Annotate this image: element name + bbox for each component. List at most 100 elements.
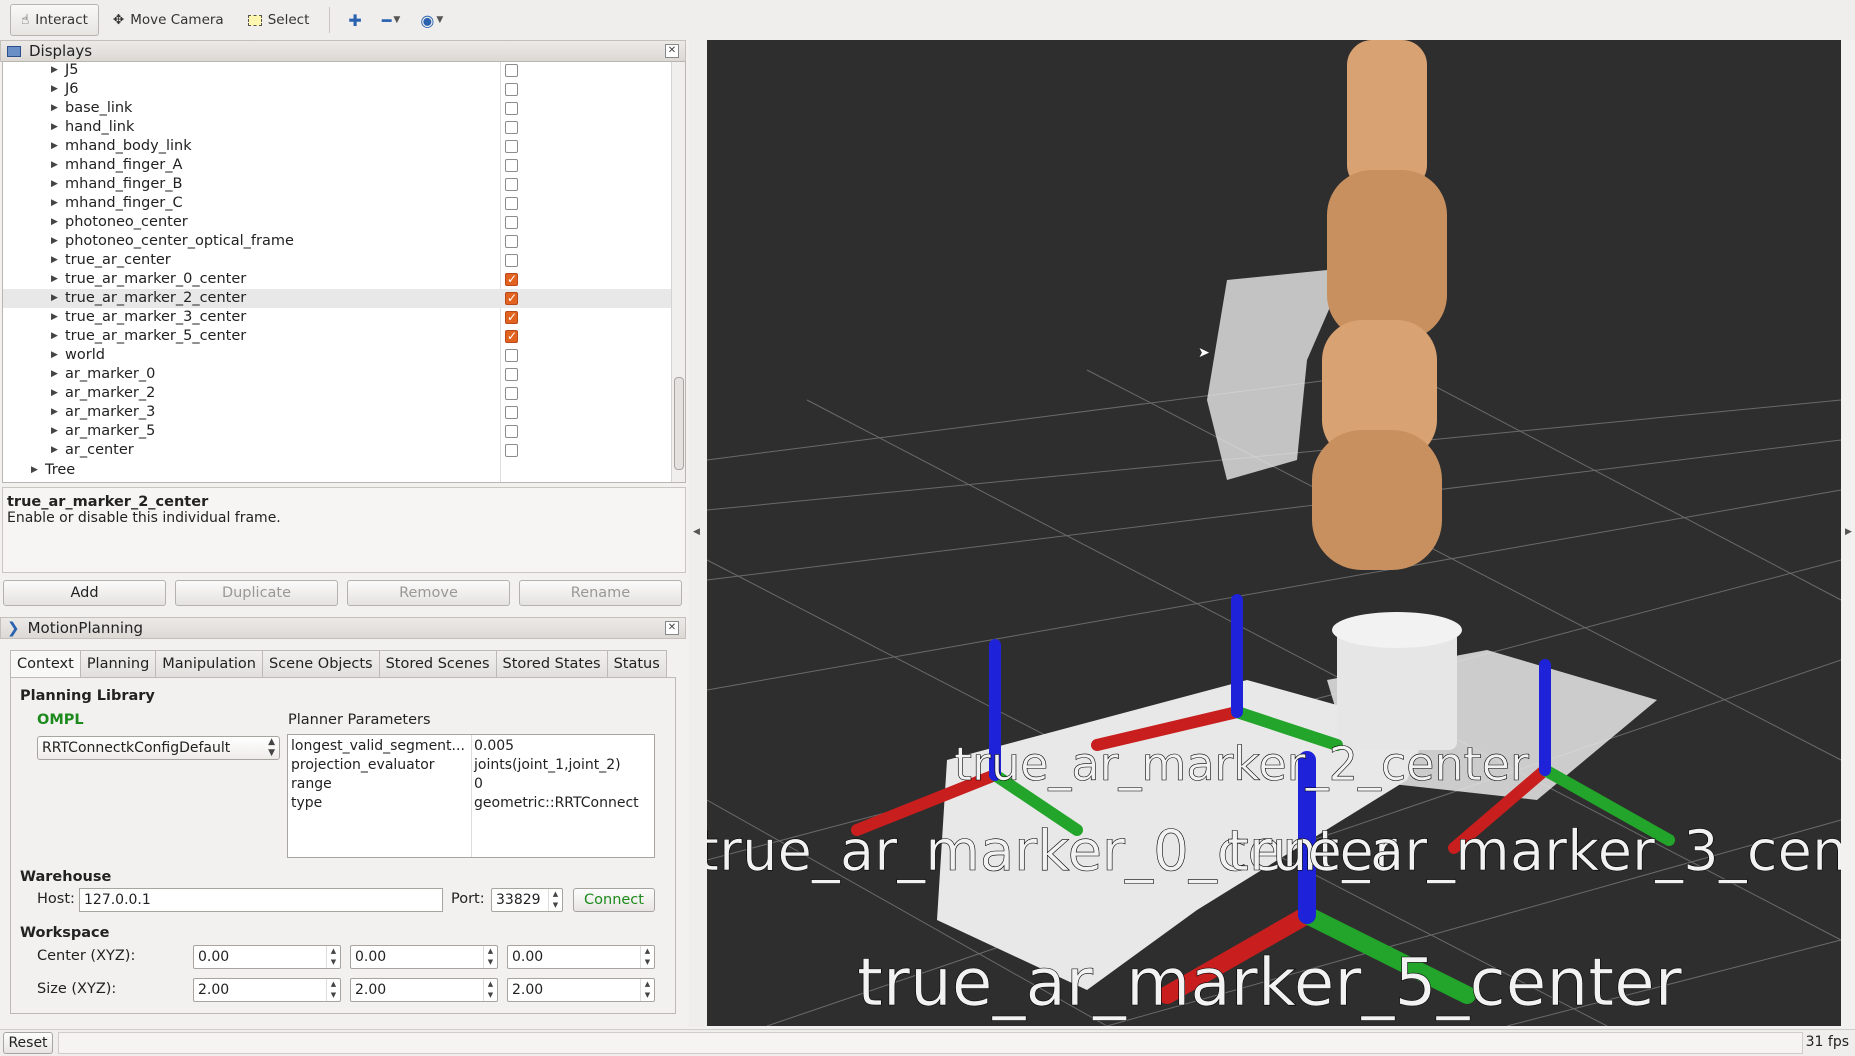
tree-item[interactable]: ▶ true_ar_marker_0_center bbox=[3, 270, 671, 289]
size-z-spinbox[interactable]: 2.00 ▲ ▼ bbox=[507, 978, 655, 1002]
remove-tool-button[interactable]: ━ ▼ bbox=[374, 4, 409, 36]
tree-root-item[interactable]: ▶ Tree bbox=[3, 461, 671, 480]
tab-context[interactable]: Context bbox=[10, 650, 81, 679]
enable-checkbox[interactable] bbox=[505, 197, 518, 210]
host-input[interactable]: 127.0.0.1 bbox=[79, 888, 443, 912]
tree-item[interactable]: ▶ true_ar_marker_3_center bbox=[3, 308, 671, 327]
enable-checkbox[interactable] bbox=[505, 349, 518, 362]
planner-select[interactable]: RRTConnectkConfigDefault ▲ ▼ bbox=[37, 736, 280, 760]
expand-arrow-icon[interactable]: ▶ bbox=[51, 384, 58, 403]
center-y-spinbox[interactable]: 0.00 ▲ ▼ bbox=[350, 945, 498, 969]
expand-arrow-icon[interactable]: ▶ bbox=[51, 156, 58, 175]
param-value[interactable]: geometric::RRTConnect bbox=[474, 794, 639, 813]
expand-arrow-icon[interactable]: ▶ bbox=[51, 194, 58, 213]
duplicate-display-button[interactable]: Duplicate bbox=[175, 580, 338, 606]
tree-item[interactable]: ▶ true_ar_marker_2_center bbox=[3, 289, 671, 308]
expand-arrow-icon[interactable]: ▶ bbox=[51, 346, 58, 365]
tree-item[interactable]: ▶ base_link bbox=[3, 99, 671, 118]
tab-stored-states[interactable]: Stored States bbox=[495, 650, 608, 678]
tree-item[interactable]: ▶ world bbox=[3, 346, 671, 365]
expand-arrow-icon[interactable]: ▶ bbox=[51, 422, 58, 441]
enable-checkbox[interactable] bbox=[505, 270, 518, 289]
tree-item[interactable]: ▶ ar_marker_0 bbox=[3, 365, 671, 384]
spinner-arrows-icon[interactable]: ▲ ▼ bbox=[326, 946, 340, 968]
select-tool-button[interactable]: Select bbox=[238, 4, 320, 36]
enable-checkbox[interactable] bbox=[505, 64, 518, 77]
param-row[interactable]: range 0 bbox=[288, 775, 654, 794]
tab-scene-objects[interactable]: Scene Objects bbox=[261, 650, 380, 678]
enable-checkbox[interactable] bbox=[505, 308, 518, 327]
tree-item[interactable]: ▶ ar_marker_5 bbox=[3, 422, 671, 441]
expand-arrow-icon[interactable]: ▶ bbox=[51, 289, 58, 308]
expand-arrow-icon[interactable]: ▶ bbox=[51, 251, 58, 270]
enable-checkbox[interactable] bbox=[505, 289, 518, 308]
tab-status[interactable]: Status bbox=[606, 650, 667, 678]
expand-arrow-icon[interactable]: ▶ bbox=[51, 80, 58, 99]
expand-arrow-icon[interactable]: ▶ bbox=[51, 327, 58, 346]
enable-checkbox[interactable] bbox=[505, 368, 518, 381]
expand-arrow-icon[interactable]: ▶ bbox=[51, 175, 58, 194]
tree-item[interactable]: ▶ photoneo_center bbox=[3, 213, 671, 232]
expand-arrow-icon[interactable]: ▶ bbox=[51, 308, 58, 327]
tab-manipulation[interactable]: Manipulation bbox=[155, 650, 263, 678]
expand-arrow-icon[interactable]: ▶ bbox=[51, 62, 58, 80]
expand-arrow-icon[interactable]: ▶ bbox=[51, 213, 58, 232]
center-x-spinbox[interactable]: 0.00 ▲ ▼ bbox=[193, 945, 341, 969]
enable-checkbox[interactable] bbox=[505, 254, 518, 267]
spinner-arrows-icon[interactable]: ▲ ▼ bbox=[548, 889, 562, 911]
close-icon[interactable]: ✕ bbox=[665, 621, 679, 635]
move-camera-tool-button[interactable]: ✥ Move Camera bbox=[103, 4, 234, 36]
spinner-arrows-icon[interactable]: ▲ ▼ bbox=[640, 979, 654, 1001]
tree-item[interactable]: ▶ mhand_body_link bbox=[3, 137, 671, 156]
spinner-arrows-icon[interactable]: ▲ ▼ bbox=[640, 946, 654, 968]
tree-item[interactable]: ▶ mhand_finger_C bbox=[3, 194, 671, 213]
collapse-left-icon[interactable]: ◀ bbox=[693, 527, 700, 537]
param-value[interactable]: 0 bbox=[474, 775, 483, 794]
expand-arrow-icon[interactable]: ▶ bbox=[51, 270, 58, 289]
close-icon[interactable]: ✕ bbox=[665, 44, 679, 58]
connect-button[interactable]: Connect bbox=[573, 888, 655, 912]
tree-item[interactable]: ▶ ar_marker_3 bbox=[3, 403, 671, 422]
center-z-spinbox[interactable]: 0.00 ▲ ▼ bbox=[507, 945, 655, 969]
param-row[interactable]: type geometric::RRTConnect bbox=[288, 794, 654, 813]
tree-item[interactable]: ▶ photoneo_center_optical_frame bbox=[3, 232, 671, 251]
tree-item[interactable]: ▶ hand_link bbox=[3, 118, 671, 137]
expand-arrow-icon[interactable]: ▶ bbox=[51, 137, 58, 156]
enable-checkbox[interactable] bbox=[505, 83, 518, 96]
spinner-arrows-icon[interactable]: ▲ ▼ bbox=[326, 979, 340, 1001]
param-row[interactable]: projection_evaluator joints(joint_1,joint… bbox=[288, 756, 654, 775]
spinner-arrows-icon[interactable]: ▲ ▼ bbox=[483, 979, 497, 1001]
param-value[interactable]: 0.005 bbox=[474, 737, 514, 756]
enable-checkbox[interactable] bbox=[505, 444, 518, 457]
expand-arrow-icon[interactable]: ▶ bbox=[51, 365, 58, 384]
enable-checkbox[interactable] bbox=[505, 216, 518, 229]
tree-item[interactable]: ▶ J5 bbox=[3, 62, 671, 80]
tab-stored-scenes[interactable]: Stored Scenes bbox=[378, 650, 497, 678]
view-tool-button[interactable]: ◉ ▼ bbox=[412, 4, 451, 36]
add-display-button[interactable]: Add bbox=[3, 580, 166, 606]
rename-display-button[interactable]: Rename bbox=[519, 580, 682, 606]
tree-item[interactable]: ▶ true_ar_center bbox=[3, 251, 671, 270]
enable-checkbox[interactable] bbox=[505, 102, 518, 115]
enable-checkbox[interactable] bbox=[505, 387, 518, 400]
panel-splitter[interactable]: ◀ bbox=[689, 40, 707, 1027]
displays-scrollbar[interactable] bbox=[671, 62, 685, 482]
enable-checkbox[interactable] bbox=[505, 159, 518, 172]
param-value[interactable]: joints(joint_1,joint_2) bbox=[474, 756, 621, 775]
expand-arrow-icon[interactable]: ▶ bbox=[51, 441, 58, 460]
remove-display-button[interactable]: Remove bbox=[347, 580, 510, 606]
tab-planning[interactable]: Planning bbox=[79, 650, 157, 678]
size-x-spinbox[interactable]: 2.00 ▲ ▼ bbox=[193, 978, 341, 1002]
expand-arrow-icon[interactable]: ▶ bbox=[31, 461, 38, 480]
tree-item[interactable]: ▶ mhand_finger_A bbox=[3, 156, 671, 175]
expand-arrow-icon[interactable]: ▶ bbox=[51, 99, 58, 118]
enable-checkbox[interactable] bbox=[505, 140, 518, 153]
tree-item[interactable]: ▶ ar_marker_2 bbox=[3, 384, 671, 403]
expand-arrow-icon[interactable]: ▶ bbox=[51, 118, 58, 137]
tree-item[interactable]: ▶ ar_center bbox=[3, 441, 671, 460]
tree-item[interactable]: ▶ J6 bbox=[3, 80, 671, 99]
tree-item[interactable]: ▶ mhand_finger_B bbox=[3, 175, 671, 194]
enable-checkbox[interactable] bbox=[505, 178, 518, 191]
enable-checkbox[interactable] bbox=[505, 235, 518, 248]
scrollbar-thumb[interactable] bbox=[674, 377, 684, 470]
